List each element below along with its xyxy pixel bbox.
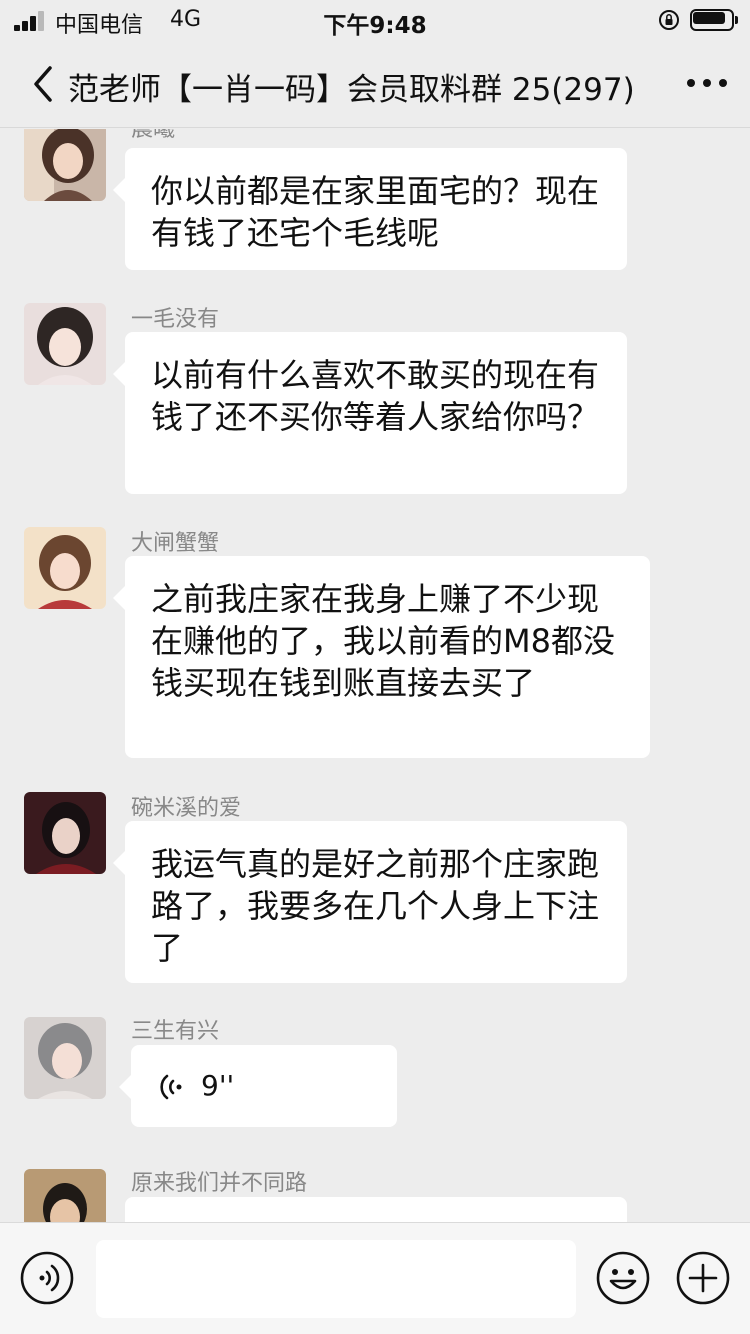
sender-name: 三生有兴 (131, 1019, 220, 1044)
avatar[interactable] (24, 1169, 106, 1222)
message-bubble[interactable] (125, 1197, 627, 1222)
more-dots-icon[interactable] (684, 76, 730, 90)
battery-icon (690, 9, 738, 31)
avatar[interactable] (24, 129, 106, 201)
status-time: 下午9:48 (323, 13, 427, 39)
chat-screen: 中国电信 4G 下午9:48 范老师【一肖一码】会员取料群 25(297) 晨曦… (0, 0, 750, 1334)
sender-name: 大闸蟹蟹 (131, 531, 220, 556)
message-text: 以前有什么喜欢不敢买的现在有钱了还不买你等着人家给你吗？ (151, 356, 600, 436)
sender-name: 晨曦 (131, 129, 176, 142)
voice-input-icon[interactable] (20, 1251, 74, 1305)
voice-duration: 9'' (201, 1069, 235, 1102)
avatar[interactable] (24, 303, 106, 385)
avatar[interactable] (24, 1017, 106, 1099)
sender-name: 一毛没有 (131, 307, 220, 332)
message-text: 我运气真的是好之前那个庄家跑路了，我要多在几个人身上下注了 (151, 845, 600, 967)
avatar[interactable] (24, 527, 106, 609)
sender-name: 原来我们并不同路 (131, 1171, 308, 1196)
chat-title: 范老师【一肖一码】会员取料群 25(297) (68, 72, 635, 108)
message-bubble[interactable]: 我运气真的是好之前那个庄家跑路了，我要多在几个人身上下注了 (113, 821, 627, 983)
avatar[interactable] (24, 792, 106, 874)
voice-message-bubble[interactable]: 9'' (119, 1045, 397, 1127)
chevron-left-icon[interactable] (24, 60, 60, 108)
plus-icon[interactable] (676, 1251, 730, 1305)
message-bubble[interactable]: 你以前都是在家里面宅的？现在有钱了还宅个毛线呢 (113, 148, 627, 270)
voice-wave-icon (160, 1074, 182, 1100)
status-bar: 中国电信 4G 下午9:48 (0, 0, 750, 40)
orientation-lock-icon (659, 10, 679, 30)
message-list[interactable]: 晨曦 你以前都是在家里面宅的？现在有钱了还宅个毛线呢 一毛没有 以前有什么喜欢不… (0, 129, 750, 1222)
message-text: 你以前都是在家里面宅的？现在有钱了还宅个毛线呢 (151, 172, 600, 252)
nav-bar: 范老师【一肖一码】会员取料群 25(297) (0, 40, 750, 128)
message-text: 之前我庄家在我身上赚了不少现在赚他的了，我以前看的M8都没钱买现在钱到账直接去买… (151, 580, 615, 702)
input-bar (0, 1222, 750, 1334)
emoji-icon[interactable] (596, 1251, 650, 1305)
message-input[interactable] (96, 1240, 576, 1318)
message-bubble[interactable]: 之前我庄家在我身上赚了不少现在赚他的了，我以前看的M8都没钱买现在钱到账直接去买… (113, 556, 650, 758)
sender-name: 碗米溪的爱 (131, 796, 242, 821)
message-bubble[interactable]: 以前有什么喜欢不敢买的现在有钱了还不买你等着人家给你吗？ (113, 332, 627, 494)
